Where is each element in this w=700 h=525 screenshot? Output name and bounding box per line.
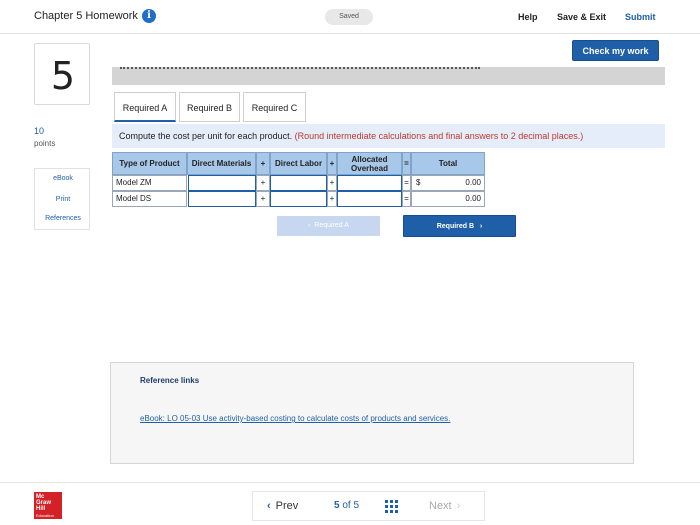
plus-operator: + (327, 175, 337, 191)
header-total: Total (411, 152, 485, 175)
prev-button[interactable]: ‹ Prev (267, 500, 298, 512)
total-cell-zm: $ 0.00 (411, 175, 485, 191)
rounding-note: (Round intermediate calculations and fin… (294, 131, 584, 141)
tab-required-b[interactable]: Required B (179, 92, 240, 122)
help-link[interactable]: Help (518, 12, 538, 22)
references-link[interactable]: References (35, 215, 91, 222)
question-pager: ‹ Prev 5 of 5 Next › (252, 491, 485, 521)
reference-links-title: Reference links (140, 376, 200, 385)
side-links-panel: eBook Print References (34, 168, 90, 230)
obscured-text (120, 67, 480, 70)
next-label: Next (429, 500, 452, 512)
grid-view-icon[interactable] (385, 500, 398, 513)
current-page: 5 (334, 500, 340, 511)
currency-symbol: $ (416, 178, 421, 187)
input-overhead-zm[interactable] (337, 175, 402, 191)
header-equals-operator: = (402, 152, 411, 175)
header-direct-labor: Direct Labor (270, 152, 327, 175)
total-cell-ds: 0.00 (411, 191, 485, 207)
page-indicator: 5 of 5 (334, 500, 359, 511)
logo-subtitle: Education (36, 513, 54, 518)
question-text-strip (112, 67, 665, 85)
total-value-ds: 0.00 (465, 194, 481, 203)
ebook-reference-link[interactable]: eBook: LO 05-03 Use activity-based costi… (140, 414, 450, 423)
prev-label: Prev (275, 500, 299, 512)
header-direct-materials: Direct Materials (187, 152, 256, 175)
save-exit-link[interactable]: Save & Exit (557, 12, 606, 22)
page-of: of (342, 500, 351, 511)
input-direct-labor-zm[interactable] (270, 175, 327, 191)
footer-divider (0, 482, 700, 483)
input-direct-materials-zm[interactable] (188, 175, 256, 191)
header-plus-operator: + (256, 152, 270, 175)
tab-required-a[interactable]: Required A (114, 92, 176, 122)
instruction-bar: Compute the cost per unit for each produ… (112, 124, 665, 148)
row-label-model-ds: Model DS (112, 191, 187, 207)
chevron-left-icon: ‹ (308, 222, 311, 229)
saved-status-badge: Saved (325, 9, 373, 25)
input-direct-labor-ds[interactable] (270, 191, 327, 207)
assignment-title: Chapter 5 Homework (34, 10, 138, 22)
chevron-right-icon: › (456, 500, 461, 512)
chevron-left-icon: ‹ (267, 500, 271, 512)
reference-links-panel: Reference links eBook: LO 05-03 Use acti… (110, 362, 634, 464)
points-label: points (34, 139, 56, 148)
print-link[interactable]: Print (35, 196, 91, 203)
ebook-link[interactable]: eBook (35, 175, 91, 182)
question-number: 5 (50, 54, 76, 98)
logo-line: Hill (36, 506, 46, 512)
next-button: Next › (429, 500, 460, 512)
equals-operator: = (402, 191, 411, 207)
input-direct-materials-ds[interactable] (188, 191, 256, 207)
header-allocated-overhead: Allocated Overhead (337, 152, 402, 175)
question-number-box: 5 (34, 43, 90, 105)
plus-operator: + (327, 191, 337, 207)
prev-required-a-button: ‹ Required A (277, 216, 380, 236)
header-plus-operator: + (327, 152, 337, 175)
check-my-work-button[interactable]: Check my work (572, 40, 659, 61)
equals-operator: = (402, 175, 411, 191)
top-bar: Chapter 5 Homework i Saved Help Save & E… (0, 0, 700, 34)
chevron-right-icon: › (479, 223, 483, 230)
points-value: 10 (34, 126, 45, 136)
tab-required-c[interactable]: Required C (243, 92, 306, 122)
info-icon[interactable]: i (142, 9, 156, 23)
input-overhead-ds[interactable] (337, 191, 402, 207)
header-type-of-product: Type of Product (112, 152, 187, 175)
row-label-model-zm: Model ZM (112, 175, 187, 191)
mcgraw-hill-logo: Mc Graw Hill Education (34, 492, 62, 519)
prev-required-label: Required A (314, 222, 349, 229)
total-value-zm: 0.00 (465, 178, 481, 187)
submit-link[interactable]: Submit (625, 12, 656, 22)
next-required-label: Required B (436, 223, 475, 230)
plus-operator: + (256, 175, 270, 191)
plus-operator: + (256, 191, 270, 207)
total-pages: 5 (353, 500, 360, 511)
next-required-b-button[interactable]: Required B › (403, 215, 516, 237)
instruction-text: Compute the cost per unit for each produ… (119, 131, 293, 141)
